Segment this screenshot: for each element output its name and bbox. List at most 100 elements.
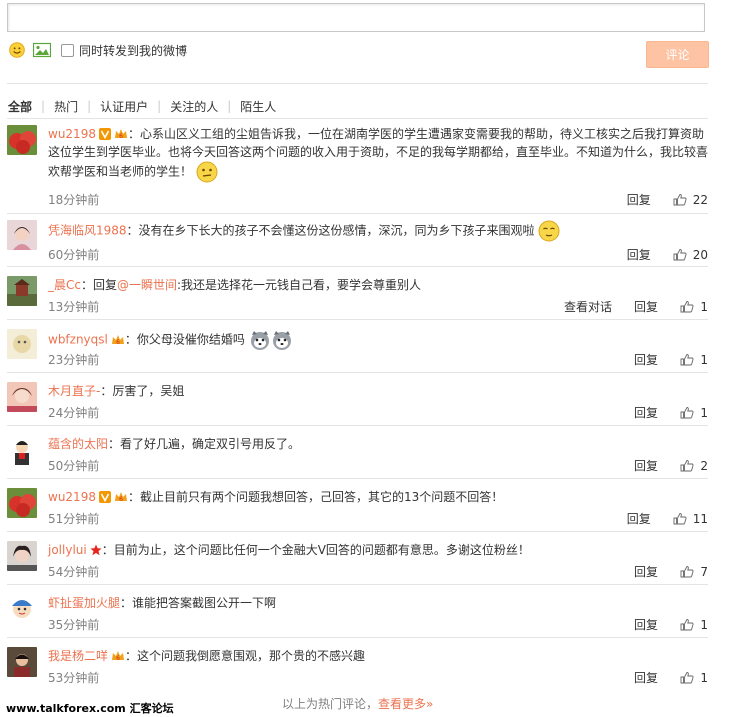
like-button[interactable]: 1: [680, 406, 708, 420]
filter-strangers[interactable]: 陌生人: [240, 98, 276, 115]
avatar[interactable]: [7, 382, 37, 412]
comment-time: 23分钟前: [48, 353, 100, 367]
comment-text: ：你父母没催你结婚吗: [124, 332, 245, 347]
reply-button[interactable]: 回复: [634, 298, 658, 315]
thumbs-up-icon: [680, 460, 694, 472]
verified-v-icon: [98, 128, 111, 140]
avatar[interactable]: [7, 125, 37, 155]
reply-button[interactable]: 回复: [627, 191, 651, 208]
avatar[interactable]: [7, 435, 37, 465]
avatar[interactable]: [7, 220, 37, 250]
comment-username[interactable]: 凭海临风1988: [48, 224, 127, 238]
thumbs-up-icon: [680, 619, 694, 631]
member-crown-icon: 6: [112, 651, 125, 662]
filter-hot[interactable]: 热门: [54, 98, 78, 115]
reply-button[interactable]: 回复: [634, 669, 658, 686]
comment-username[interactable]: wbfznyqsl: [48, 333, 108, 347]
svg-text:6: 6: [116, 655, 120, 662]
thinking-emoji-icon: [196, 161, 218, 183]
comment-username[interactable]: jollylui: [48, 543, 87, 557]
divider: [7, 531, 708, 532]
comment-time: 60分钟前: [48, 248, 100, 262]
member-crown-icon: 6: [114, 492, 127, 503]
divider: [7, 478, 708, 479]
comment-username[interactable]: 蕴含的太阳: [48, 437, 108, 451]
thumbs-up-icon: [680, 301, 694, 313]
comment-text: ：截止目前只有两个问题我想回答，己回答，其它的13个问题不回答！: [127, 490, 504, 504]
comment-item: 我是杨二咩 6 ：这个问题我倒愿意围观，那个贵的不感兴趣 53分钟前 回复 1: [7, 647, 708, 700]
comment-item: 木月直子-：厉害了，吴姐 24分钟前 回复 1: [7, 382, 708, 435]
comment-username[interactable]: _晨Cc: [48, 278, 81, 292]
like-count: 22: [692, 192, 708, 207]
avatar[interactable]: [7, 276, 37, 306]
avatar[interactable]: [7, 541, 37, 571]
watermark-name: 汇客论坛: [129, 702, 174, 715]
avatar[interactable]: [7, 488, 37, 518]
avatar[interactable]: [7, 329, 37, 359]
footer-note-text: 以上为热门评论，: [282, 697, 379, 711]
comment-input-box[interactable]: [7, 3, 705, 32]
comment-text: ：谁能把答案截图公开一下啊: [120, 596, 277, 610]
divider: [7, 584, 708, 585]
view-conversation-button[interactable]: 查看对话: [564, 298, 612, 315]
avatar[interactable]: [7, 594, 37, 624]
view-more-link[interactable]: 查看更多»: [378, 697, 433, 711]
like-button[interactable]: 20: [673, 248, 708, 262]
husky-emoji-icon: [250, 331, 269, 350]
comment-time: 13分钟前: [48, 300, 100, 314]
divider: [7, 266, 708, 267]
thumbs-up-icon: [680, 672, 694, 684]
reply-button[interactable]: 回复: [627, 246, 651, 263]
comment-username[interactable]: 木月直子-: [48, 384, 100, 398]
divider: [7, 118, 708, 119]
mention-link[interactable]: @一瞬世间: [117, 278, 177, 292]
reply-button[interactable]: 回复: [634, 616, 658, 633]
like-count: 1: [700, 299, 708, 314]
comment-username[interactable]: 虾扯蛋加火腿: [48, 596, 120, 610]
filter-verified[interactable]: 认证用户: [100, 98, 148, 115]
divider: [7, 319, 708, 320]
like-count: 2: [700, 458, 708, 473]
filter-all[interactable]: 全部: [8, 98, 32, 115]
image-icon[interactable]: [33, 42, 51, 58]
divider: [7, 213, 708, 214]
like-count: 1: [700, 670, 708, 685]
comment-submit-button[interactable]: 评论: [646, 41, 709, 68]
filter-following[interactable]: 关注的人: [170, 98, 218, 115]
like-button[interactable]: 2: [680, 459, 708, 473]
svg-text:6: 6: [119, 496, 123, 503]
like-button[interactable]: 22: [673, 193, 708, 207]
comment-username[interactable]: 我是杨二咩: [48, 649, 108, 663]
composer-toolbar: 同时转发到我的微博: [9, 40, 187, 60]
comment-text: ：目前为止，这个问题比任何一个金融大V回答的问题都有意思。多谢这位粉丝！: [101, 543, 530, 557]
reply-button[interactable]: 回复: [627, 510, 651, 527]
footer-hot-comments-note: 以上为热门评论，查看更多»: [282, 695, 433, 712]
like-button[interactable]: 1: [680, 300, 708, 314]
comment-username[interactable]: wu2198: [48, 490, 96, 504]
comment-item: wu2198 6 ：心系山区义工组的尘姐告诉我，一位在湖南学医的学生遭遇家变需要我的…: [7, 125, 708, 213]
divider: [7, 83, 708, 84]
reply-button[interactable]: 回复: [634, 404, 658, 421]
comment-filter-tabs: 全部 | 热门 | 认证用户 | 关注的人 | 陌生人: [8, 98, 277, 115]
comment-username[interactable]: wu2198: [48, 127, 96, 141]
avatar[interactable]: [7, 647, 37, 677]
reply-button[interactable]: 回复: [634, 457, 658, 474]
like-button[interactable]: 7: [680, 565, 708, 579]
emoji-icon[interactable]: [9, 42, 25, 58]
like-count: 1: [700, 405, 708, 420]
divider: [7, 425, 708, 426]
like-button[interactable]: 1: [680, 618, 708, 632]
reply-button[interactable]: 回复: [634, 351, 658, 368]
comment-text: ：看了好几遍，确定双引号用反了。: [108, 437, 301, 451]
comment-time: 50分钟前: [48, 459, 100, 473]
like-button[interactable]: 11: [673, 512, 708, 526]
reply-button[interactable]: 回复: [634, 563, 658, 580]
like-button[interactable]: 1: [680, 353, 708, 367]
repost-checkbox[interactable]: [61, 43, 74, 57]
comment-item: 蕴含的太阳：看了好几遍，确定双引号用反了。 50分钟前 回复 2: [7, 435, 708, 488]
comment-time: 54分钟前: [48, 565, 100, 579]
comment-time: 18分钟前: [48, 193, 100, 207]
like-button[interactable]: 1: [680, 671, 708, 685]
divider: [7, 372, 708, 373]
comment-input[interactable]: [8, 4, 704, 31]
